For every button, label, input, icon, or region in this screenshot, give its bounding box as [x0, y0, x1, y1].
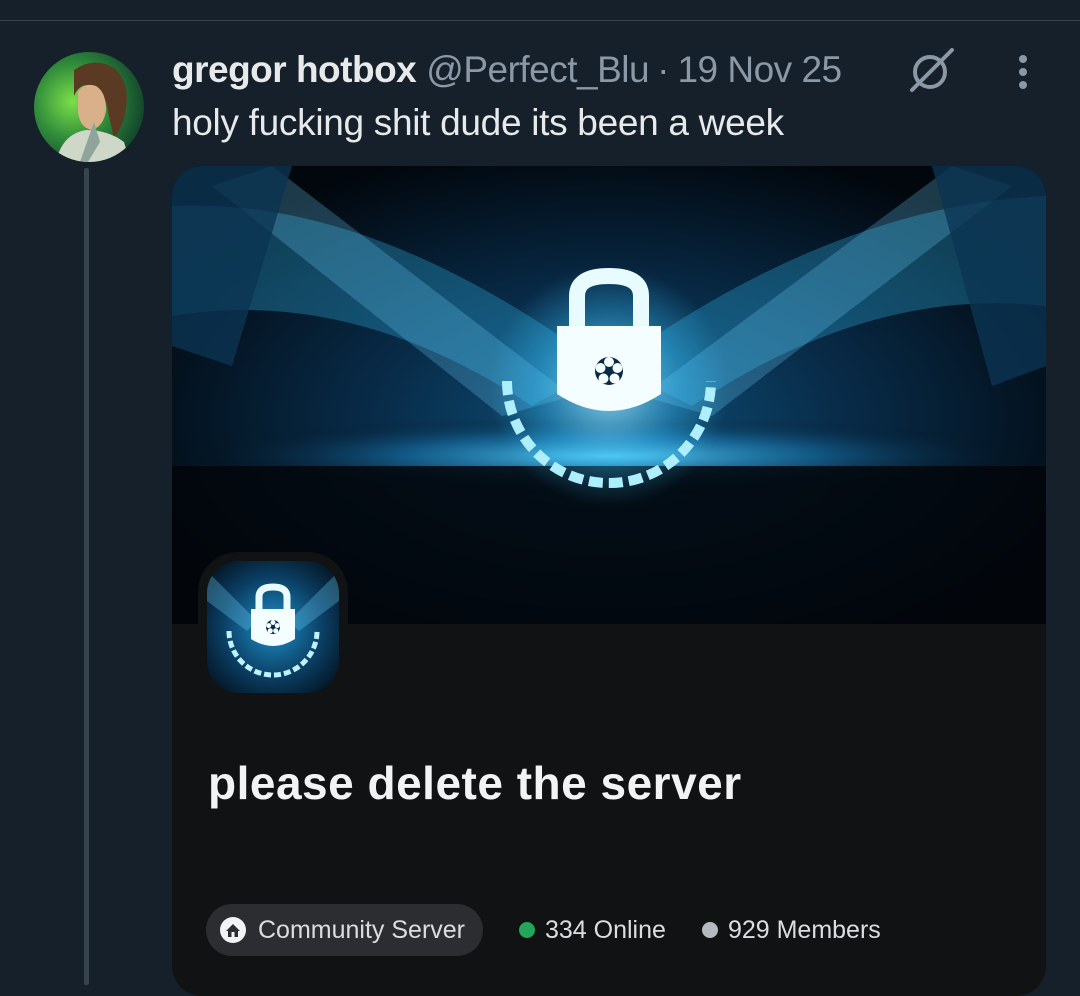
member-count: 929 Members — [701, 915, 881, 945]
avatar[interactable] — [34, 52, 144, 162]
community-icon — [220, 917, 246, 943]
grok-icon[interactable] — [906, 46, 958, 94]
display-name[interactable]: gregor hotbox — [172, 49, 417, 91]
tweet-header: gregor hotbox @Perfect_Blu · 19 Nov 25 — [172, 48, 842, 92]
tweet-text: holy fucking shit dude its been a week — [172, 102, 784, 143]
online-status-dot — [519, 922, 535, 938]
online-count-label: 334 Online — [545, 915, 666, 944]
tweet-date[interactable]: 19 Nov 25 — [677, 49, 842, 91]
server-icon — [207, 561, 339, 693]
server-stats-row: Community Server 334 Online 929 Members — [206, 904, 881, 956]
thread-line — [84, 168, 89, 985]
members-status-dot — [701, 922, 718, 938]
community-server-label: Community Server — [258, 915, 465, 944]
discord-invite-card[interactable]: please delete the server Community Serve… — [172, 166, 1046, 996]
community-server-badge: Community Server — [206, 904, 483, 956]
server-name: please delete the server — [208, 757, 742, 809]
separator-dot: · — [657, 49, 670, 90]
top-divider — [0, 20, 1080, 21]
more-options-icon[interactable] — [1003, 52, 1043, 92]
server-icon-frame — [198, 552, 348, 702]
member-count-label: 929 Members — [727, 915, 881, 944]
user-handle[interactable]: @Perfect_Blu — [426, 49, 649, 91]
online-count: 334 Online — [519, 916, 666, 945]
